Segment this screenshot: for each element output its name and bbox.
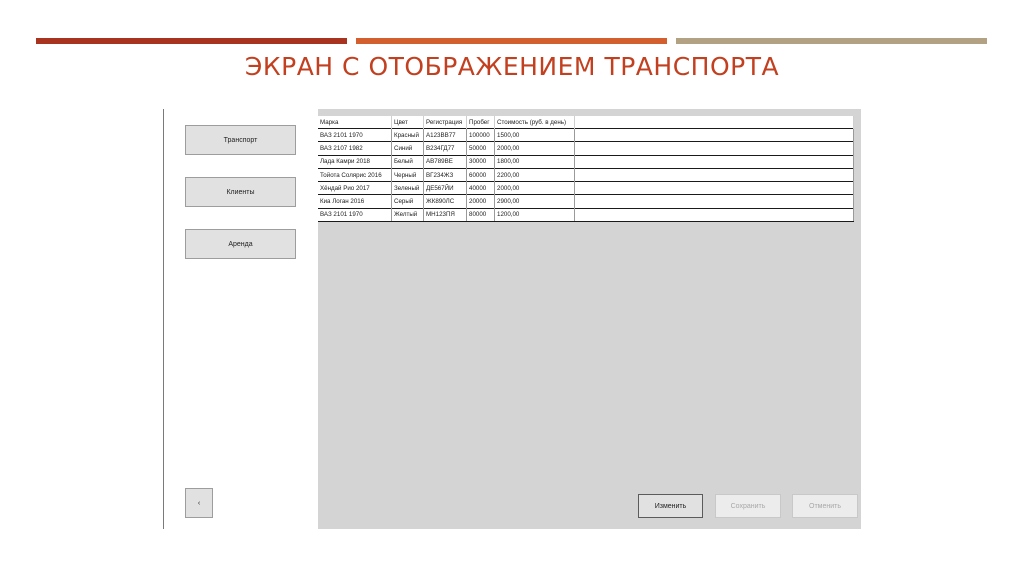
cell-filler — [574, 167, 854, 182]
data-grid: Марка Цвет Регистрация Пробег Стоимость … — [318, 109, 861, 529]
cell-registration[interactable]: МН123ПЯ — [423, 207, 467, 223]
nav-clients-button[interactable]: Клиенты — [185, 177, 296, 207]
table-row[interactable]: Лада Камри 2018 Белый АВ789ВЕ 30000 1800… — [318, 154, 854, 169]
cell-color[interactable]: Зеленый — [391, 181, 424, 195]
cell-mileage[interactable]: 40000 — [466, 181, 495, 195]
cell-brand[interactable]: ВАЗ 2101 1970 — [318, 207, 392, 223]
cell-mileage[interactable]: 60000 — [466, 167, 495, 182]
table-header-row: Марка Цвет Регистрация Пробег Стоимость … — [318, 116, 854, 129]
cell-brand[interactable]: Лада Камри 2018 — [318, 154, 392, 169]
accent-bar-left — [36, 38, 347, 44]
cancel-button[interactable]: Отменить — [792, 494, 858, 518]
cell-color[interactable]: Серый — [391, 194, 424, 209]
cell-registration[interactable]: В234ГД77 — [423, 141, 467, 156]
cell-price[interactable]: 2000,00 — [494, 141, 575, 156]
window-left-border — [163, 109, 164, 529]
transport-table: Марка Цвет Регистрация Пробег Стоимость … — [318, 116, 854, 223]
column-header-mileage[interactable]: Пробег — [466, 116, 495, 129]
cell-price[interactable]: 2000,00 — [494, 181, 575, 195]
column-header-filler — [574, 116, 854, 129]
column-header-brand[interactable]: Марка — [318, 116, 392, 129]
cell-mileage[interactable]: 30000 — [466, 154, 495, 169]
cell-registration[interactable]: ВГ234ЖЗ — [423, 167, 467, 182]
accent-bar-right — [676, 38, 987, 44]
save-button[interactable]: Сохранить — [715, 494, 781, 518]
nav-transport-button[interactable]: Транспорт — [185, 125, 296, 155]
cell-brand[interactable]: ВАЗ 2107 1982 — [318, 141, 392, 156]
table-row[interactable]: ВАЗ 2101 1970 Красный А123ВВ77 100000 15… — [318, 127, 854, 142]
column-header-registration[interactable]: Регистрация — [423, 116, 467, 129]
cell-color[interactable]: Белый — [391, 154, 424, 169]
table-row[interactable]: Хёндай Рио 2017 Зеленый ДЕ567ЙИ 40000 20… — [318, 181, 854, 195]
cell-price[interactable]: 1200,00 — [494, 207, 575, 223]
table-row[interactable]: ВАЗ 2101 1970 Желтый МН123ПЯ 80000 1200,… — [318, 207, 854, 223]
edit-button[interactable]: Изменить — [638, 494, 703, 518]
cell-color[interactable]: Желтый — [391, 207, 424, 223]
table-row[interactable]: Тойота Солярис 2016 Черный ВГ234ЖЗ 60000… — [318, 167, 854, 182]
cell-filler — [574, 194, 854, 209]
back-button[interactable]: ‹ — [185, 488, 213, 518]
cell-mileage[interactable]: 20000 — [466, 194, 495, 209]
cell-brand[interactable]: Тойота Солярис 2016 — [318, 167, 392, 182]
slide-title: ЭКРАН С ОТОБРАЖЕНИЕМ ТРАНСПОРТА — [244, 52, 780, 81]
cell-filler — [574, 181, 854, 195]
cell-registration[interactable]: А123ВВ77 — [423, 127, 467, 142]
cell-price[interactable]: 2200,00 — [494, 167, 575, 182]
column-header-price[interactable]: Стоимость (руб. в день) — [494, 116, 575, 129]
table-row[interactable]: ВАЗ 2107 1982 Синий В234ГД77 50000 2000,… — [318, 141, 854, 156]
cell-registration[interactable]: ДЕ567ЙИ — [423, 181, 467, 195]
cell-color[interactable]: Синий — [391, 141, 424, 156]
app-window: Транспорт Клиенты Аренда ‹ Марка Цвет Ре… — [163, 109, 861, 529]
cell-brand[interactable]: Киа Логан 2016 — [318, 194, 392, 209]
cell-filler — [574, 207, 854, 223]
cell-mileage[interactable]: 100000 — [466, 127, 495, 142]
column-header-color[interactable]: Цвет — [391, 116, 424, 129]
nav-rental-button[interactable]: Аренда — [185, 229, 296, 259]
cell-mileage[interactable]: 50000 — [466, 141, 495, 156]
accent-bar-middle — [356, 38, 667, 44]
cell-mileage[interactable]: 80000 — [466, 207, 495, 223]
cell-color[interactable]: Красный — [391, 127, 424, 142]
cell-price[interactable]: 1800,00 — [494, 154, 575, 169]
cell-brand[interactable]: ВАЗ 2101 1970 — [318, 127, 392, 142]
table-row[interactable]: Киа Логан 2016 Серый ЖК890ЛС 20000 2900,… — [318, 194, 854, 209]
cell-price[interactable]: 2900,00 — [494, 194, 575, 209]
cell-price[interactable]: 1500,00 — [494, 127, 575, 142]
cell-registration[interactable]: ЖК890ЛС — [423, 194, 467, 209]
cell-registration[interactable]: АВ789ВЕ — [423, 154, 467, 169]
cell-filler — [574, 154, 854, 169]
cell-filler — [574, 127, 854, 142]
cell-filler — [574, 141, 854, 156]
cell-color[interactable]: Черный — [391, 167, 424, 182]
cell-brand[interactable]: Хёндай Рио 2017 — [318, 181, 392, 195]
